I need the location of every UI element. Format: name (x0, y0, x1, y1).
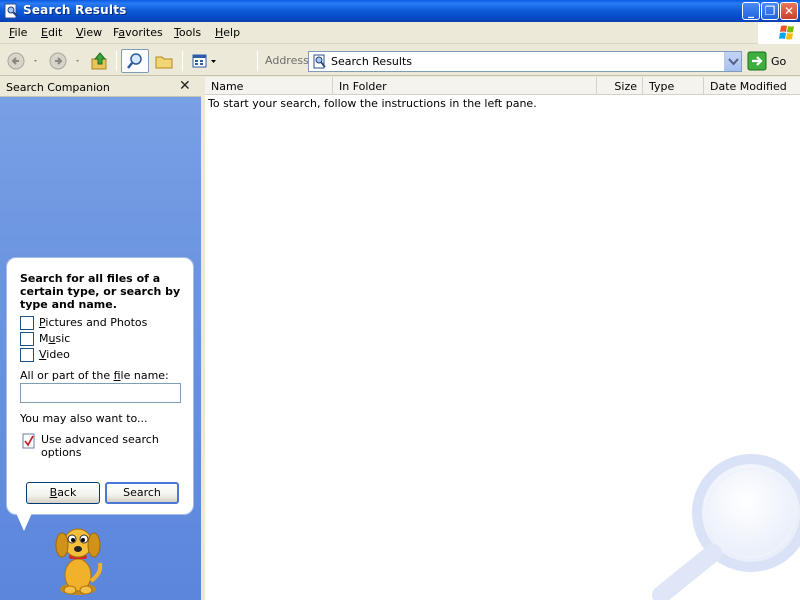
folders-button[interactable] (152, 49, 176, 73)
menu-bar: File Edit View Favorites Tools Help (0, 22, 800, 44)
close-icon: ✕ (783, 4, 795, 18)
maximize-button[interactable]: ❐ (761, 2, 779, 20)
explorer-window: Search Results _ ❐ ✕ File Edit View Favo… (0, 0, 800, 600)
go-arrow-icon (747, 51, 767, 71)
menu-file[interactable]: File (9, 26, 27, 39)
search-balloon: Search for all files of a certain type, … (6, 257, 194, 515)
column-type[interactable]: Type (643, 77, 704, 95)
up-folder-icon (91, 52, 107, 70)
minimize-button[interactable]: _ (742, 2, 760, 20)
video-label[interactable]: Video (39, 348, 70, 361)
results-pane: Name In Folder Size Type Date Modified T… (205, 77, 800, 600)
music-checkbox[interactable] (20, 332, 34, 346)
search-prompt: Search for all files of a certain type, … (20, 272, 181, 311)
menu-help[interactable]: Help (215, 26, 240, 39)
title-bar[interactable]: Search Results _ ❐ ✕ (0, 0, 800, 22)
also-want-label: You may also want to... (20, 412, 148, 425)
address-bar[interactable]: Search Results (308, 51, 742, 72)
maximize-icon: ❐ (764, 4, 776, 18)
views-icon (192, 54, 216, 68)
column-date-modified[interactable]: Date Modified (704, 77, 800, 95)
pictures-checkbox[interactable] (20, 316, 34, 330)
menu-tools[interactable]: Tools (174, 26, 201, 39)
rover-dog-icon[interactable] (44, 523, 114, 598)
search-icon (127, 53, 142, 69)
forward-nav-button[interactable] (46, 49, 84, 73)
views-button[interactable] (188, 49, 220, 73)
balloon-tail (16, 513, 32, 531)
menu-favorites[interactable]: Favorites (113, 26, 163, 39)
menu-view[interactable]: View (76, 26, 102, 39)
column-size[interactable]: Size (597, 77, 643, 95)
up-folder-button[interactable] (88, 49, 112, 73)
address-dropdown-button[interactable] (724, 52, 741, 71)
chevron-down-icon (728, 58, 739, 66)
search-button[interactable]: Search (105, 482, 179, 504)
video-checkbox[interactable] (20, 348, 34, 362)
column-in-folder[interactable]: In Folder (333, 77, 597, 95)
search-results-icon (313, 54, 326, 69)
pictures-label[interactable]: Pictures and Photos (39, 316, 147, 329)
search-companion-header: Search Companion ✕ (0, 77, 201, 97)
search-results-icon (4, 3, 18, 19)
search-companion-pane: Search Companion ✕ Search for all files … (0, 77, 201, 600)
advanced-search-icon[interactable] (22, 433, 36, 449)
address-label: Address (265, 54, 309, 67)
music-label[interactable]: Music (39, 332, 70, 345)
minimize-icon: _ (748, 4, 754, 18)
filename-label: All or part of the file name: (20, 369, 169, 382)
filename-input[interactable] (20, 383, 181, 403)
address-value: Search Results (331, 55, 413, 68)
back-nav-button[interactable] (4, 49, 42, 73)
column-name[interactable]: Name (205, 77, 333, 95)
back-button[interactable]: Back (26, 482, 100, 504)
windows-logo-icon (758, 22, 800, 44)
search-toolbar-button[interactable] (121, 49, 149, 73)
search-companion-title: Search Companion (6, 81, 110, 94)
advanced-search-link[interactable]: Use advanced search options (41, 433, 181, 459)
search-instructions: To start your search, follow the instruc… (208, 97, 537, 110)
go-button[interactable]: Go (747, 51, 786, 72)
magnifier-watermark-icon (652, 454, 800, 600)
window-title: Search Results (23, 3, 127, 17)
go-label: Go (771, 55, 787, 68)
folder-icon (155, 56, 173, 69)
close-button[interactable]: ✕ (780, 2, 798, 20)
menu-edit[interactable]: Edit (41, 26, 62, 39)
close-pane-icon[interactable]: ✕ (179, 78, 191, 94)
